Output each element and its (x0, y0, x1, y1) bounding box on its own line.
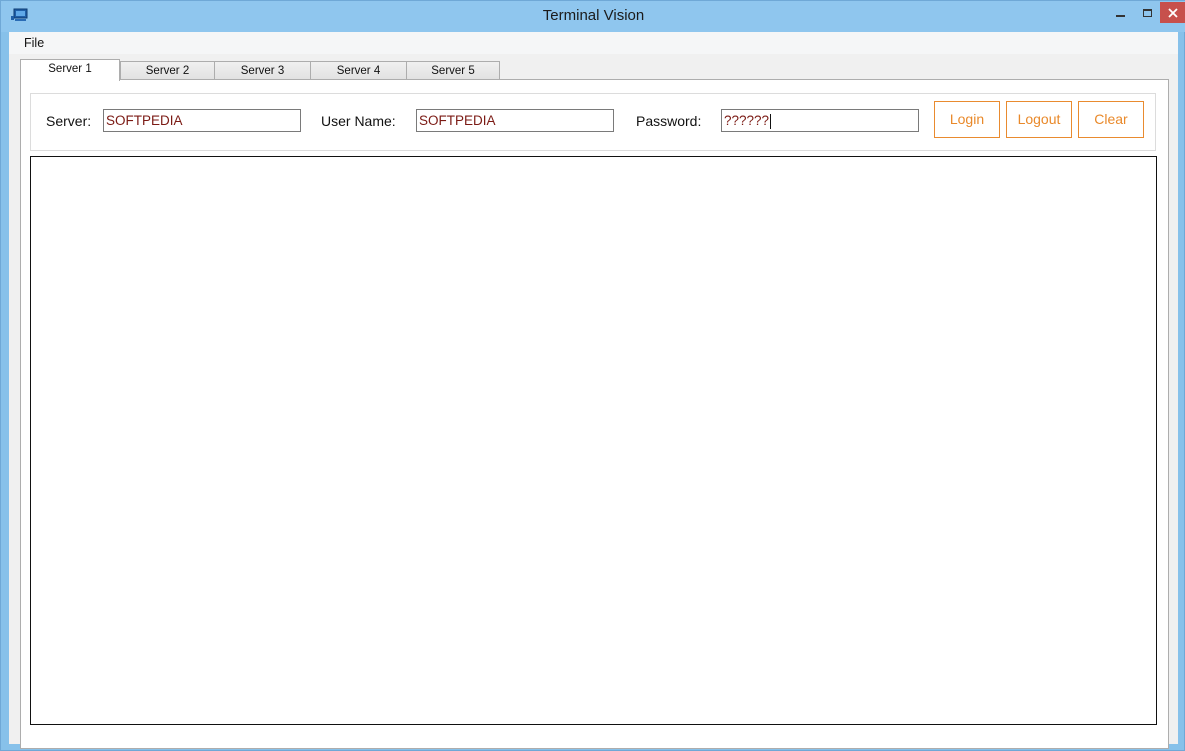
text-caret (770, 113, 772, 129)
maximize-icon (1142, 8, 1152, 17)
login-button[interactable]: Login (934, 101, 1000, 138)
login-group: Server: SOFTPEDIA User Name: SOFTPEDIA P… (30, 93, 1156, 151)
minimize-icon (1116, 14, 1125, 17)
maximize-button[interactable] (1134, 2, 1160, 23)
password-value: ?????? (724, 113, 770, 128)
tab-server-4[interactable]: Server 4 (310, 61, 407, 80)
title-bar[interactable]: Terminal Vision (1, 1, 1185, 32)
menu-file[interactable]: File (17, 35, 51, 51)
tab-server-5[interactable]: Server 5 (406, 61, 500, 80)
tab-panel-server-1: Server: SOFTPEDIA User Name: SOFTPEDIA P… (20, 79, 1169, 749)
app-window: Terminal Vision File Server 1 Server 2 S… (0, 0, 1185, 751)
logout-button[interactable]: Logout (1006, 101, 1072, 138)
clear-button[interactable]: Clear (1078, 101, 1144, 138)
password-input[interactable]: ?????? (721, 109, 919, 132)
minimize-button[interactable] (1107, 2, 1134, 23)
close-icon (1167, 7, 1178, 18)
password-label: Password: (636, 113, 702, 129)
tab-server-3[interactable]: Server 3 (214, 61, 311, 80)
menu-bar: File (9, 32, 1178, 54)
server-input[interactable]: SOFTPEDIA (103, 109, 301, 132)
terminal-output-area[interactable] (30, 156, 1157, 725)
client-area: File Server 1 Server 2 Server 3 Server 4… (9, 32, 1178, 749)
tab-server-2[interactable]: Server 2 (120, 61, 215, 80)
username-input[interactable]: SOFTPEDIA (416, 109, 614, 132)
username-label: User Name: (321, 113, 396, 129)
window-title: Terminal Vision (542, 7, 645, 24)
server-label: Server: (46, 113, 92, 129)
tab-server-1[interactable]: Server 1 (20, 59, 120, 81)
close-button[interactable] (1160, 2, 1185, 23)
